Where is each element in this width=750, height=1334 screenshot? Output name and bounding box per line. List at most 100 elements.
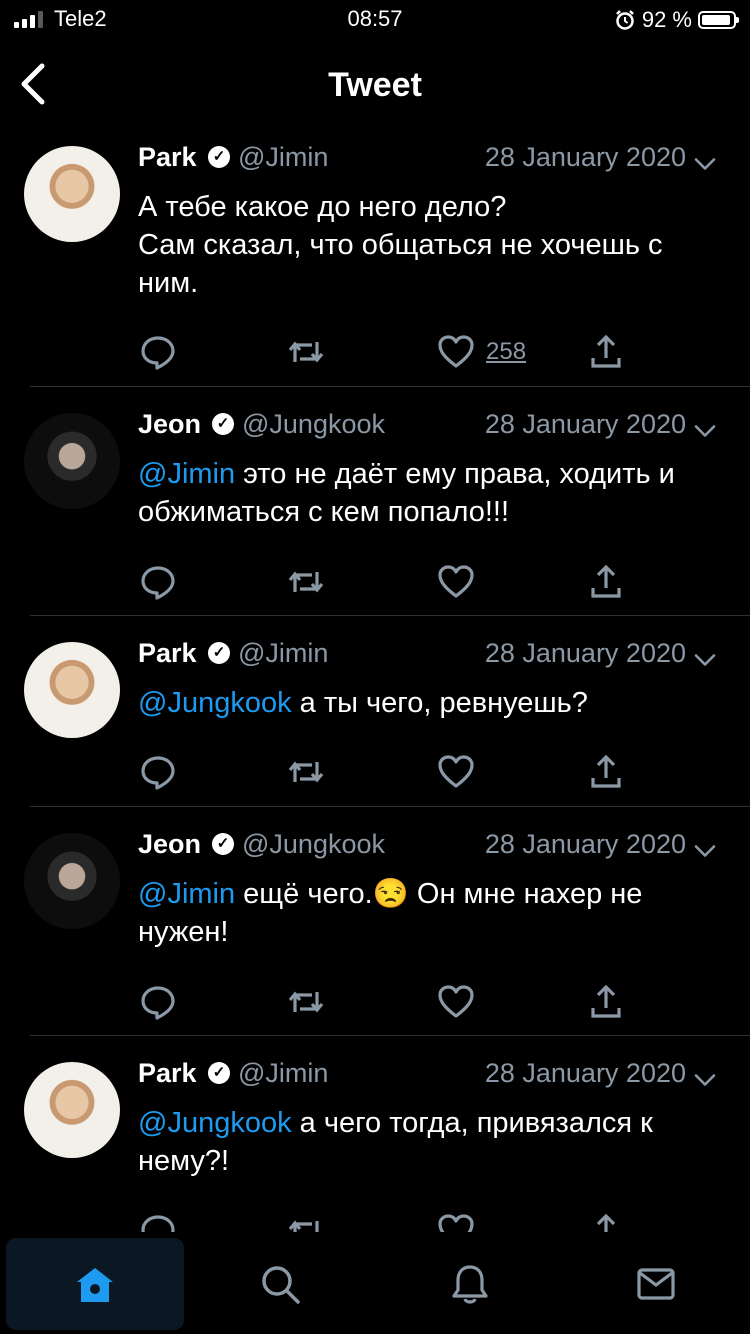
author-name[interactable]: Park (138, 638, 197, 669)
retweet-icon (288, 571, 324, 593)
share-button[interactable] (586, 980, 626, 1024)
heart-icon (438, 755, 474, 788)
tweet-date: 28 January 2020 (484, 638, 686, 668)
avatar[interactable] (24, 146, 120, 242)
author-handle[interactable]: @Jimin (238, 638, 328, 669)
bell-icon (452, 1265, 488, 1304)
tab-home[interactable] (6, 1238, 184, 1330)
reply-button[interactable] (138, 330, 178, 374)
tweet-text: @Jimin ещё чего.😒 Он мне нахер не нужен! (138, 875, 728, 951)
reply-icon (141, 1215, 175, 1232)
tweet-body-text: А тебе какое до него дело? Сам сказал, ч… (138, 191, 663, 299)
reply-icon (141, 986, 175, 1020)
avatar[interactable] (24, 413, 120, 509)
search-icon (262, 1266, 300, 1304)
page-title: Tweet (328, 66, 422, 104)
mention-link[interactable]: @Jimin (138, 878, 235, 910)
home-icon (77, 1268, 113, 1302)
verified-icon: ✓ (208, 1062, 230, 1084)
author-name[interactable]: Park (138, 142, 197, 173)
tab-notifications[interactable] (380, 1238, 560, 1330)
retweet-icon (288, 1220, 321, 1232)
share-icon (591, 564, 621, 598)
retweet-button[interactable] (286, 1209, 326, 1232)
author-handle[interactable]: @Jungkook (242, 409, 385, 440)
tweet-actions (0, 750, 750, 794)
retweet-icon (288, 991, 324, 1013)
verified-icon: ✓ (208, 642, 230, 664)
reply-button[interactable] (138, 980, 178, 1024)
reply-button[interactable] (138, 560, 178, 604)
tweet-item: Park ✓ @Jimin 28 January 2020 @Jungkook а ты… (0, 626, 750, 817)
chevron-down-icon[interactable] (690, 1060, 720, 1100)
divider (30, 386, 750, 387)
battery-percent: 92 % (641, 7, 692, 32)
like-button[interactable] (436, 750, 476, 794)
tweet-actions (0, 560, 750, 604)
verified-icon: ✓ (212, 833, 234, 855)
retweet-button[interactable] (286, 560, 326, 604)
divider (30, 615, 750, 616)
author-name[interactable]: Jeon (138, 409, 201, 440)
chevron-down-icon[interactable] (690, 831, 720, 871)
reply-icon (141, 756, 175, 790)
reply-icon (141, 566, 175, 600)
heart-icon (438, 985, 474, 1018)
tweet-text: @Jungkook а ты чего, ревнуешь? (138, 684, 728, 722)
tweet-actions: 258 (0, 330, 750, 374)
author-name[interactable]: Jeon (138, 829, 201, 860)
retweet-button[interactable] (286, 980, 326, 1024)
like-button[interactable] (436, 1209, 476, 1232)
tweet-item: Jeon ✓ @Jungkook 28 January 2020 @Jimin это … (0, 397, 750, 626)
author-name[interactable]: Park (138, 1058, 197, 1089)
tweet-text: @Jimin это не даёт ему права, ходить и о… (138, 455, 728, 531)
chevron-down-icon[interactable] (690, 144, 720, 184)
retweet-button[interactable] (286, 330, 326, 374)
tweet-item: Jeon ✓ @Jungkook 28 January 2020 @Jimin ещё … (0, 817, 750, 1046)
share-icon (591, 984, 621, 1018)
divider (30, 806, 750, 807)
share-button[interactable] (586, 1209, 626, 1232)
nav-bar: Tweet (0, 40, 750, 130)
author-handle[interactable]: @Jimin (238, 1058, 328, 1089)
alarm-icon (615, 10, 634, 30)
avatar[interactable] (24, 1062, 120, 1158)
author-handle[interactable]: @Jungkook (242, 829, 385, 860)
like-button[interactable]: 258 (436, 330, 526, 374)
share-button[interactable] (586, 560, 626, 604)
author-handle[interactable]: @Jimin (238, 142, 328, 173)
tab-search[interactable] (190, 1238, 370, 1330)
chevron-down-icon[interactable] (690, 640, 720, 680)
tab-messages[interactable] (566, 1238, 746, 1330)
avatar[interactable] (24, 642, 120, 738)
share-icon (596, 1213, 616, 1232)
retweet-icon (288, 761, 324, 783)
tab-bar (0, 1232, 750, 1334)
retweet-icon (288, 341, 324, 363)
chevron-down-icon[interactable] (690, 411, 720, 451)
battery-icon (698, 11, 739, 29)
reply-button[interactable] (138, 750, 178, 794)
retweet-button[interactable] (286, 750, 326, 794)
tweet-date: 28 January 2020 (484, 1058, 686, 1088)
like-count[interactable]: 258 (486, 338, 526, 366)
avatar[interactable] (24, 833, 120, 929)
mention-link[interactable]: @Jungkook (138, 1107, 292, 1139)
mail-icon (637, 1268, 675, 1300)
share-icon (591, 334, 621, 368)
like-button[interactable] (436, 560, 476, 604)
tweet-date: 28 January 2020 (484, 142, 686, 172)
mention-link[interactable]: @Jimin (138, 458, 235, 490)
status-bar: Tele2 08:57 92 % (0, 0, 750, 40)
like-button[interactable] (436, 980, 476, 1024)
share-button[interactable] (586, 750, 626, 794)
tweet-actions (0, 1209, 750, 1232)
heart-icon (438, 335, 474, 368)
tweet-item: Park ✓ @Jimin 28 January 2020 @Jungkook а че… (0, 1046, 750, 1232)
tweet-text: @Jungkook а чего тогда, привязался к нем… (138, 1104, 728, 1180)
tweet-body-text: а ты чего, ревнуешь? (291, 687, 588, 719)
mention-link[interactable]: @Jungkook (138, 687, 292, 719)
reply-button[interactable] (138, 1209, 178, 1232)
divider (30, 1035, 750, 1036)
share-button[interactable] (586, 330, 626, 374)
